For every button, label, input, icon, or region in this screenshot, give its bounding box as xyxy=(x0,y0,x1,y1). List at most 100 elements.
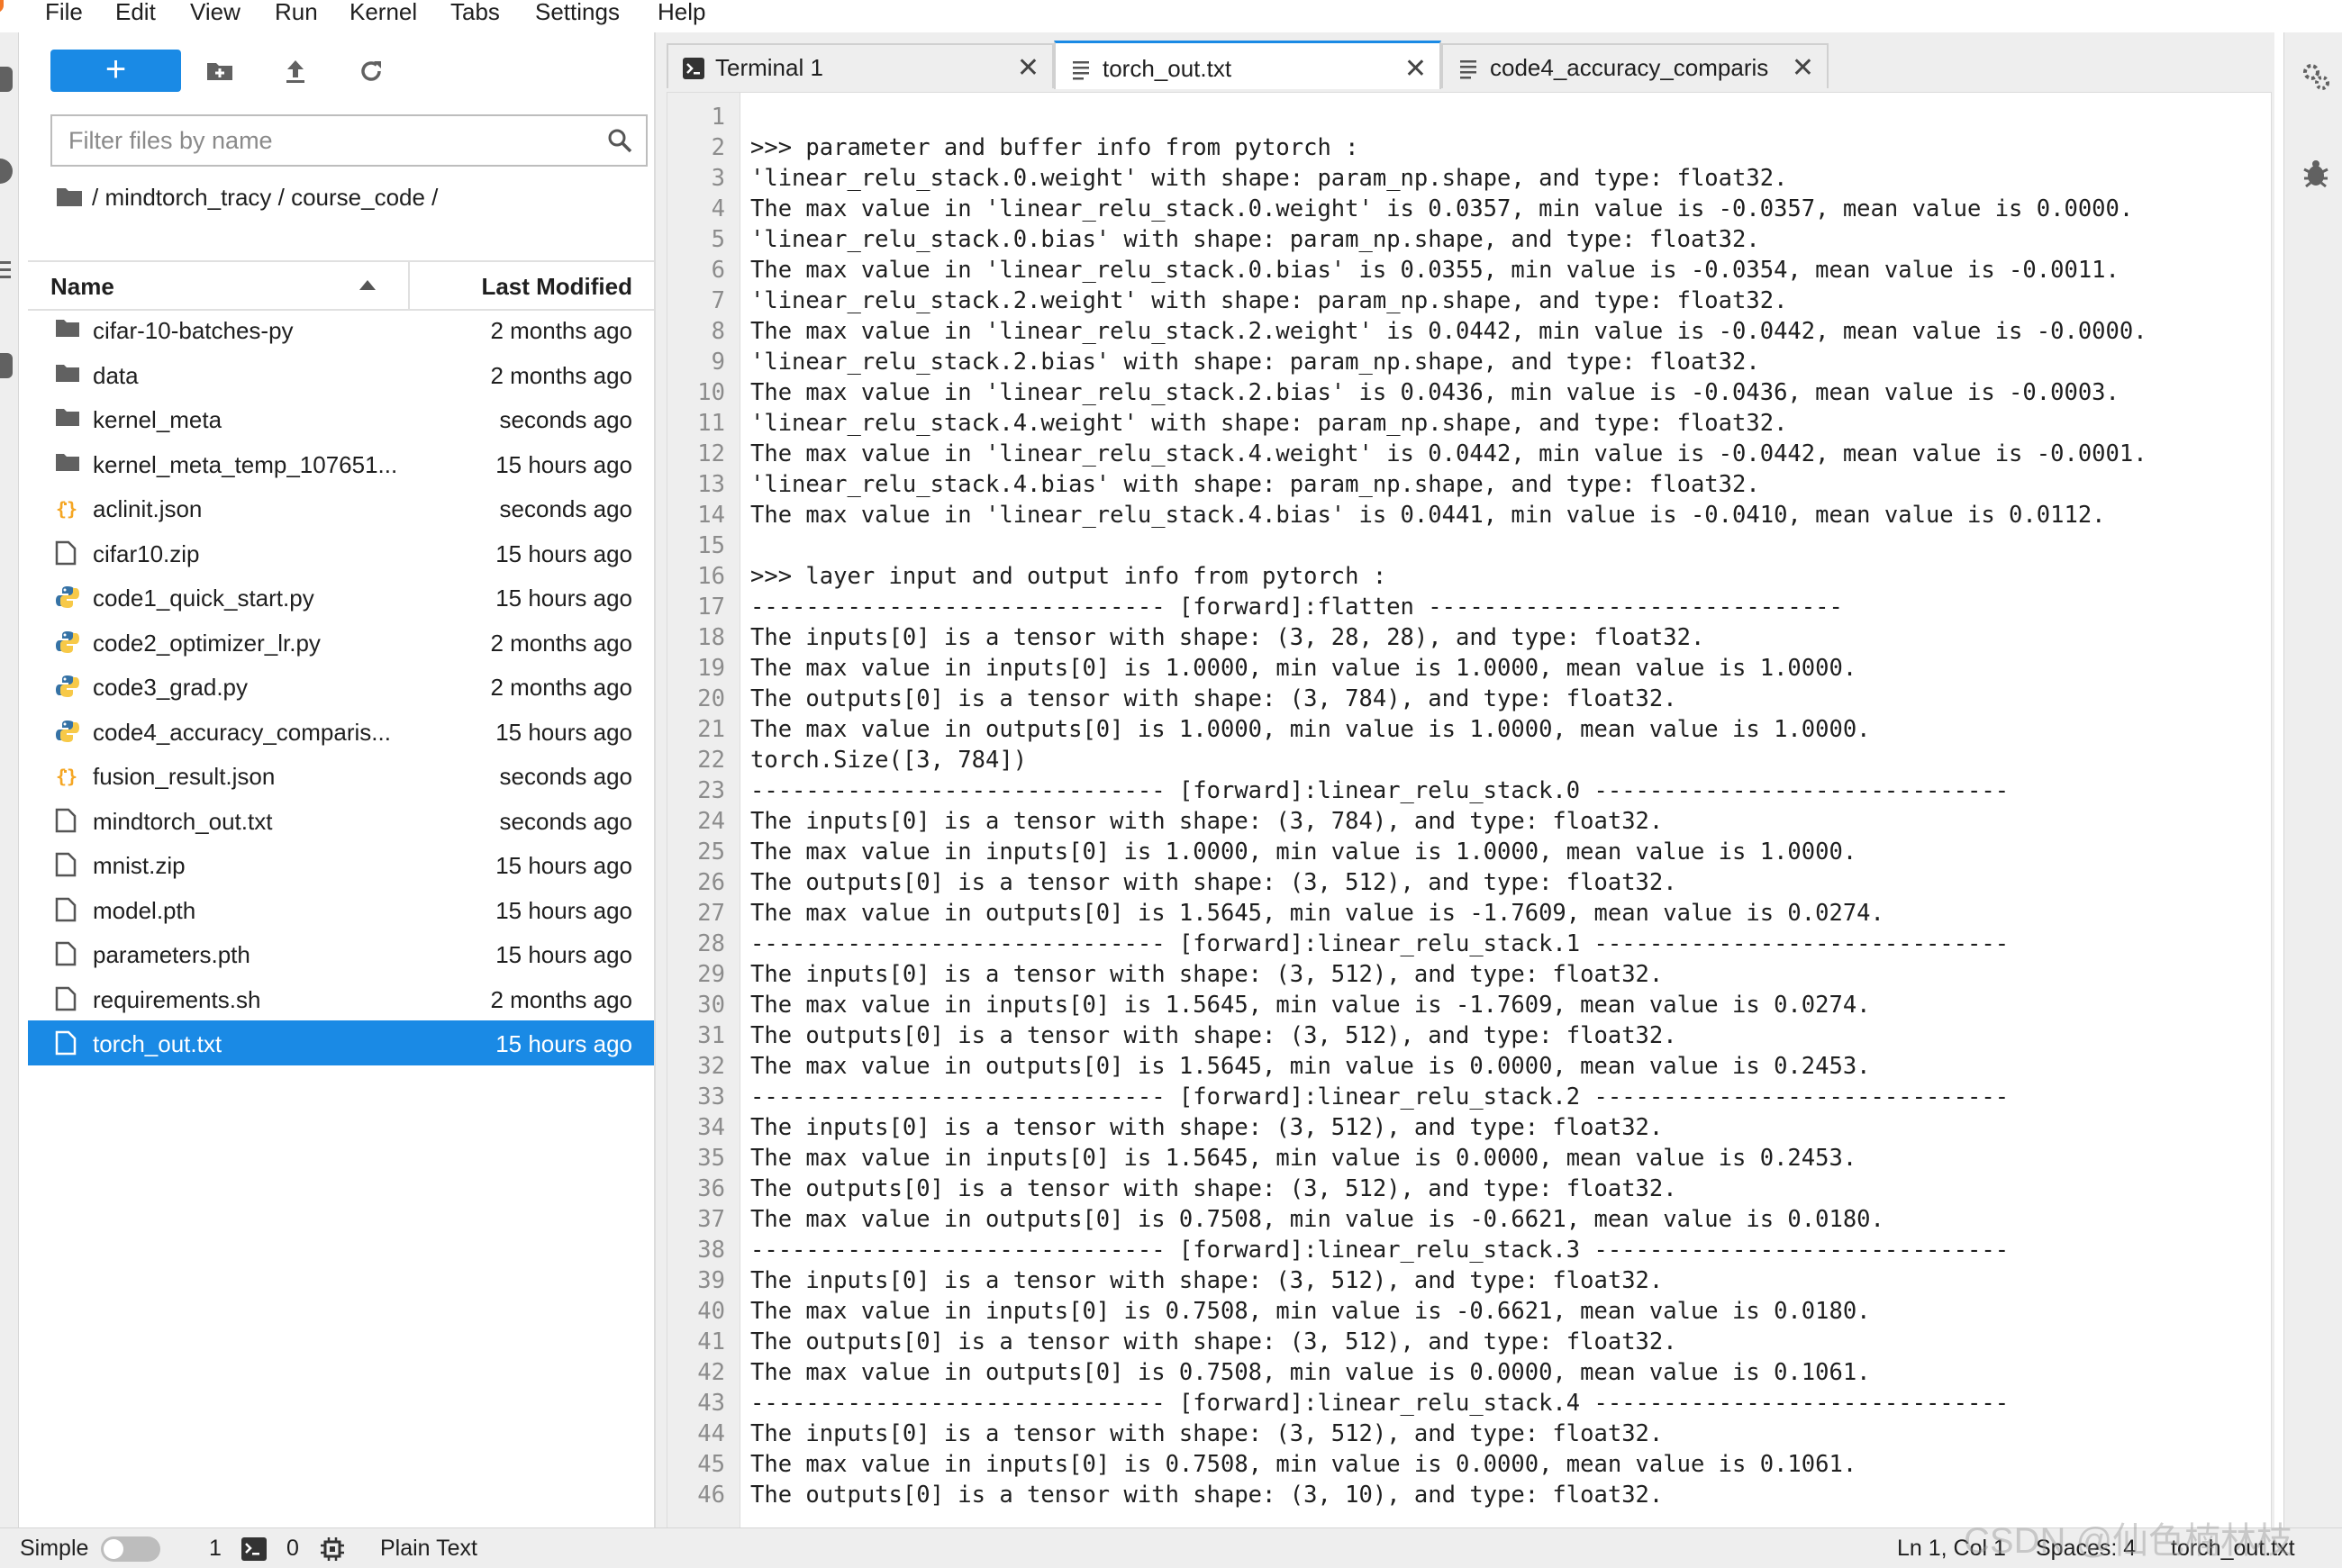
sort-ascending-icon[interactable] xyxy=(359,280,376,290)
line-text: The outputs[0] is a tensor with shape: (… xyxy=(750,1175,1677,1202)
file-browser-tab-icon[interactable] xyxy=(0,67,13,92)
kernel-chip-icon[interactable] xyxy=(320,1536,345,1568)
column-last-modified-header[interactable]: Last Modified xyxy=(481,273,632,301)
close-icon[interactable]: ✕ xyxy=(1404,53,1427,85)
file-row[interactable]: data 2 months ago xyxy=(28,352,654,397)
file-row[interactable]: code3_grad.py 2 months ago xyxy=(28,664,654,709)
line-number: 31 xyxy=(697,1022,725,1049)
file-modified: 15 hours ago xyxy=(495,852,632,879)
tab-code4-accuracy[interactable]: code4_accuracy_comparis ✕ xyxy=(1441,43,1829,88)
tab-bar: Terminal 1 ✕ torch_out.txt ✕ code4_accur… xyxy=(667,41,2270,90)
file-row[interactable]: cifar10.zip 15 hours ago xyxy=(28,530,654,576)
line-text: The max value in 'linear_relu_stack.2.we… xyxy=(750,318,2147,345)
property-inspector-icon[interactable] xyxy=(2301,61,2331,96)
file-row[interactable]: cifar-10-batches-py 2 months ago xyxy=(28,307,654,352)
menu-edit[interactable]: Edit xyxy=(115,0,156,26)
line-text: The inputs[0] is a tensor with shape: (3… xyxy=(750,624,1705,651)
line-number: 32 xyxy=(697,1053,725,1080)
line-text: The max value in inputs[0] is 1.5645, mi… xyxy=(750,1145,1857,1172)
line-text: The max value in outputs[0] is 1.5645, m… xyxy=(750,900,1884,927)
file-row[interactable]: mnist.zip 15 hours ago xyxy=(28,842,654,887)
file-row[interactable]: kernel_meta_temp_107651... 15 hours ago xyxy=(28,441,654,486)
activity-bar xyxy=(0,32,19,1527)
line-text: 'linear_relu_stack.0.weight' with shape:… xyxy=(750,165,1788,192)
file-modified: 15 hours ago xyxy=(495,539,632,567)
breadcrumb: / mindtorch_tracy / course_code / xyxy=(56,184,438,213)
file-row[interactable]: parameters.pth 15 hours ago xyxy=(28,931,654,976)
menu-run[interactable]: Run xyxy=(275,0,318,26)
folder-icon[interactable] xyxy=(56,186,83,213)
file-name: mnist.zip xyxy=(93,852,186,879)
running-kernels-tab-icon[interactable] xyxy=(0,159,13,184)
filter-files-input[interactable] xyxy=(67,116,593,165)
kernels-count[interactable]: 0 xyxy=(286,1536,299,1562)
refresh-icon[interactable] xyxy=(356,56,386,86)
line-text: The max value in 'linear_relu_stack.0.we… xyxy=(750,195,2134,222)
upload-icon[interactable] xyxy=(280,56,311,86)
terminal-status-icon[interactable] xyxy=(241,1537,267,1567)
line-text: The inputs[0] is a tensor with shape: (3… xyxy=(750,961,1664,988)
tab-terminal-1[interactable]: Terminal 1 ✕ xyxy=(667,43,1054,88)
file-name: kernel_meta xyxy=(93,406,222,433)
line-number: 5 xyxy=(711,226,725,253)
file-row[interactable]: model.pth 15 hours ago xyxy=(28,887,654,932)
line-text: The outputs[0] is a tensor with shape: (… xyxy=(750,685,1677,712)
file-row[interactable]: code1_quick_start.py 15 hours ago xyxy=(28,575,654,620)
file-row[interactable]: {} aclinit.json seconds ago xyxy=(28,485,654,530)
tab-torch-out[interactable]: torch_out.txt ✕ xyxy=(1054,41,1441,89)
terminals-count[interactable]: 1 xyxy=(209,1536,222,1562)
line-text: The max value in inputs[0] is 1.5645, mi… xyxy=(750,992,1871,1019)
line-number: 14 xyxy=(697,502,725,529)
line-text: The outputs[0] is a tensor with shape: (… xyxy=(750,1328,1677,1355)
folder-icon xyxy=(55,451,80,476)
file-row[interactable]: code4_accuracy_comparis... 15 hours ago xyxy=(28,709,654,754)
line-number: 37 xyxy=(697,1206,725,1233)
line-text: 'linear_relu_stack.4.weight' with shape:… xyxy=(750,410,1788,437)
svg-text:{}: {} xyxy=(56,766,77,787)
search-icon[interactable] xyxy=(606,127,633,154)
file-row[interactable]: kernel_meta seconds ago xyxy=(28,396,654,441)
file-name: mindtorch_out.txt xyxy=(93,807,273,835)
debugger-icon[interactable] xyxy=(2301,159,2331,194)
menu-settings[interactable]: Settings xyxy=(535,0,620,26)
line-number: 27 xyxy=(697,900,725,927)
breadcrumb-path[interactable]: / mindtorch_tracy / course_code / xyxy=(92,184,438,211)
file-type-label[interactable]: Plain Text xyxy=(380,1536,477,1562)
line-number: 18 xyxy=(697,624,725,651)
menu-view[interactable]: View xyxy=(190,0,241,26)
line-text: The max value in outputs[0] is 0.7508, m… xyxy=(750,1206,1884,1233)
text-editor[interactable]: 1 2 >>> parameter and buffer info from pyt… xyxy=(667,92,2272,1529)
menu-file[interactable]: File xyxy=(45,0,83,26)
file-name: data xyxy=(93,361,139,389)
column-divider[interactable] xyxy=(408,262,410,309)
close-icon[interactable]: ✕ xyxy=(1792,52,1814,84)
close-icon[interactable]: ✕ xyxy=(1017,52,1039,84)
file-row[interactable]: mindtorch_out.txt seconds ago xyxy=(28,798,654,843)
simple-mode-toggle[interactable] xyxy=(101,1536,160,1562)
menu-tabs[interactable]: Tabs xyxy=(450,0,500,26)
column-name-header[interactable]: Name xyxy=(50,273,114,301)
line-text: The max value in inputs[0] is 1.0000, mi… xyxy=(750,655,1857,682)
table-of-contents-tab-icon[interactable] xyxy=(0,258,13,283)
text-file-icon xyxy=(1457,58,1479,79)
menu-kernel[interactable]: Kernel xyxy=(349,0,417,26)
file-row[interactable]: code2_optimizer_lr.py 2 months ago xyxy=(28,620,654,665)
new-launcher-button[interactable]: + xyxy=(50,50,181,92)
file-browser-panel: + / mindtorch_tracy / course_code / Name… xyxy=(28,32,656,1527)
tab-label: Terminal 1 xyxy=(715,54,823,81)
file-name: code2_optimizer_lr.py xyxy=(93,629,321,657)
file-row[interactable]: torch_out.txt 15 hours ago xyxy=(28,1020,654,1065)
new-folder-icon[interactable] xyxy=(204,56,235,86)
file-row[interactable]: requirements.sh 2 months ago xyxy=(28,976,654,1021)
file-modified: seconds ago xyxy=(499,807,632,835)
menu-help[interactable]: Help xyxy=(658,0,705,26)
file-name: cifar10.zip xyxy=(93,539,200,567)
line-text: >>> parameter and buffer info from pytor… xyxy=(750,134,1359,161)
file-row[interactable]: {} fusion_result.json seconds ago xyxy=(28,753,654,798)
file-modified: 15 hours ago xyxy=(495,896,632,924)
line-number: 39 xyxy=(697,1267,725,1294)
line-text: The max value in outputs[0] is 0.7508, m… xyxy=(750,1359,1871,1386)
file-name: fusion_result.json xyxy=(93,763,276,790)
file-name: model.pth xyxy=(93,896,196,924)
extension-manager-tab-icon[interactable] xyxy=(0,353,13,378)
